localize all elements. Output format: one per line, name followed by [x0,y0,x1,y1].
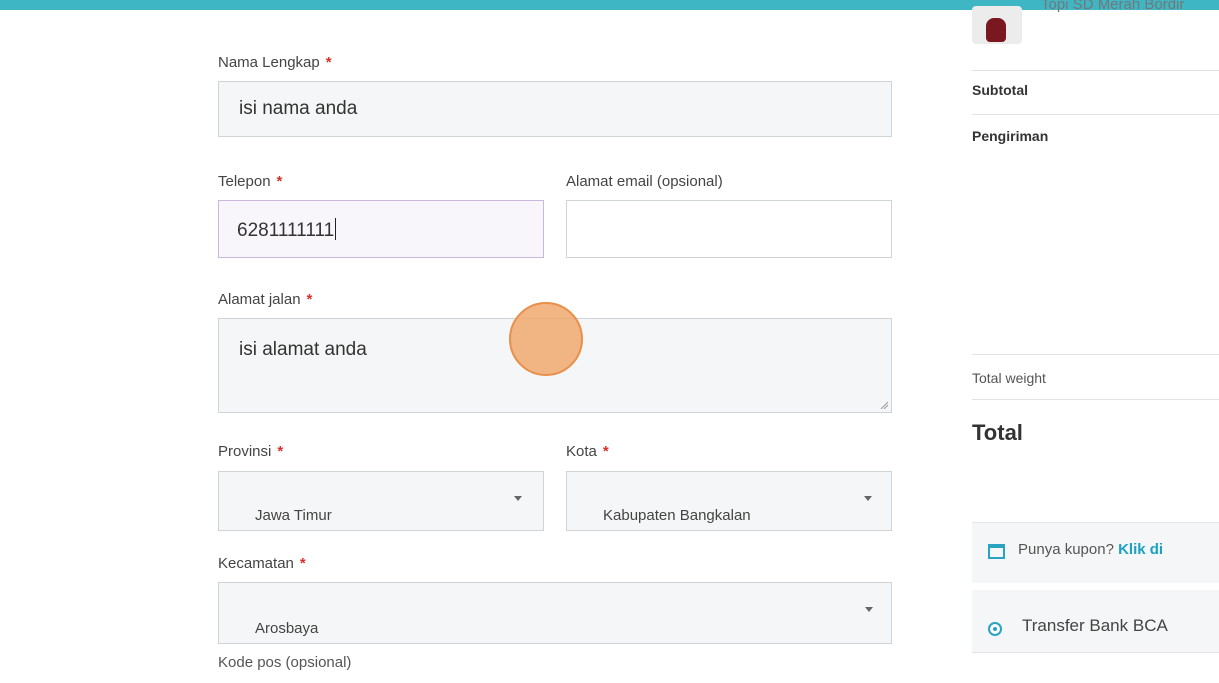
full-name-input[interactable]: isi nama anda [218,81,892,137]
province-label: Provinsi * [218,443,283,460]
chevron-down-icon [514,496,522,501]
radio-icon[interactable] [988,622,1002,636]
district-select[interactable]: Arosbaya [218,582,892,644]
phone-value-wrap: 6281111111 [237,218,337,242]
phone-label-text: Telepon [218,173,271,190]
email-input[interactable] [566,200,892,258]
chevron-down-icon [865,607,873,612]
resize-handle-icon[interactable] [880,401,888,409]
shipping-label: Pengiriman [972,128,1049,144]
payment-description-box [972,652,1219,683]
total-label: Total [972,420,1023,445]
divider [972,114,1219,115]
province-selected-value: Jawa Timur [255,507,332,524]
phone-value: 6281111111 [237,220,335,241]
touch-indicator [509,302,583,376]
coupon-link[interactable]: Klik di [1118,541,1163,558]
full-name-label: Nama Lengkap * [218,54,332,71]
required-mark: * [299,555,306,572]
coupon-notice: Punya kupon? Klik di [972,522,1219,583]
phone-label: Telepon * [218,173,282,190]
required-mark: * [276,173,283,190]
payment-method-box: Transfer Bank BCA [972,590,1219,683]
required-mark: * [325,54,332,71]
district-selected-value: Arosbaya [255,620,319,637]
province-label-text: Provinsi [218,443,272,460]
top-accent-bar [0,0,1219,10]
city-selected-value: Kabupaten Bangkalan [603,507,751,524]
city-label: Kota * [566,443,609,460]
hat-image [986,18,1006,42]
required-mark: * [306,291,313,308]
product-name: Topi SD Merah Bordir [1041,0,1185,13]
street-label: Alamat jalan * [218,291,312,308]
coupon-text: Punya kupon? Klik di [1018,541,1163,558]
street-label-text: Alamat jalan [218,291,301,308]
city-select[interactable]: Kabupaten Bangkalan [566,471,892,531]
coupon-question: Punya kupon? [1018,541,1114,558]
phone-input[interactable]: 6281111111 [218,200,544,258]
subtotal-label: Subtotal [972,82,1028,98]
payment-method-label[interactable]: Transfer Bank BCA [1022,616,1168,636]
divider [972,70,1219,71]
total-weight-label: Total weight [972,370,1046,386]
street-value: isi alamat anda [239,339,367,360]
chevron-down-icon [864,496,872,501]
required-mark: * [602,443,609,460]
text-caret [335,218,337,240]
divider [972,399,1219,400]
district-label-text: Kecamatan [218,555,294,572]
full-name-label-text: Nama Lengkap [218,54,320,71]
province-select[interactable]: Jawa Timur [218,471,544,531]
full-name-value: isi nama anda [239,98,358,119]
product-thumbnail [972,6,1022,44]
district-label: Kecamatan * [218,555,306,572]
required-mark: * [277,443,284,460]
city-label-text: Kota [566,443,597,460]
email-label-text: Alamat email (opsional) [566,173,723,190]
divider [972,354,1219,355]
email-label: Alamat email (opsional) [566,173,723,190]
calendar-icon [988,544,1005,559]
